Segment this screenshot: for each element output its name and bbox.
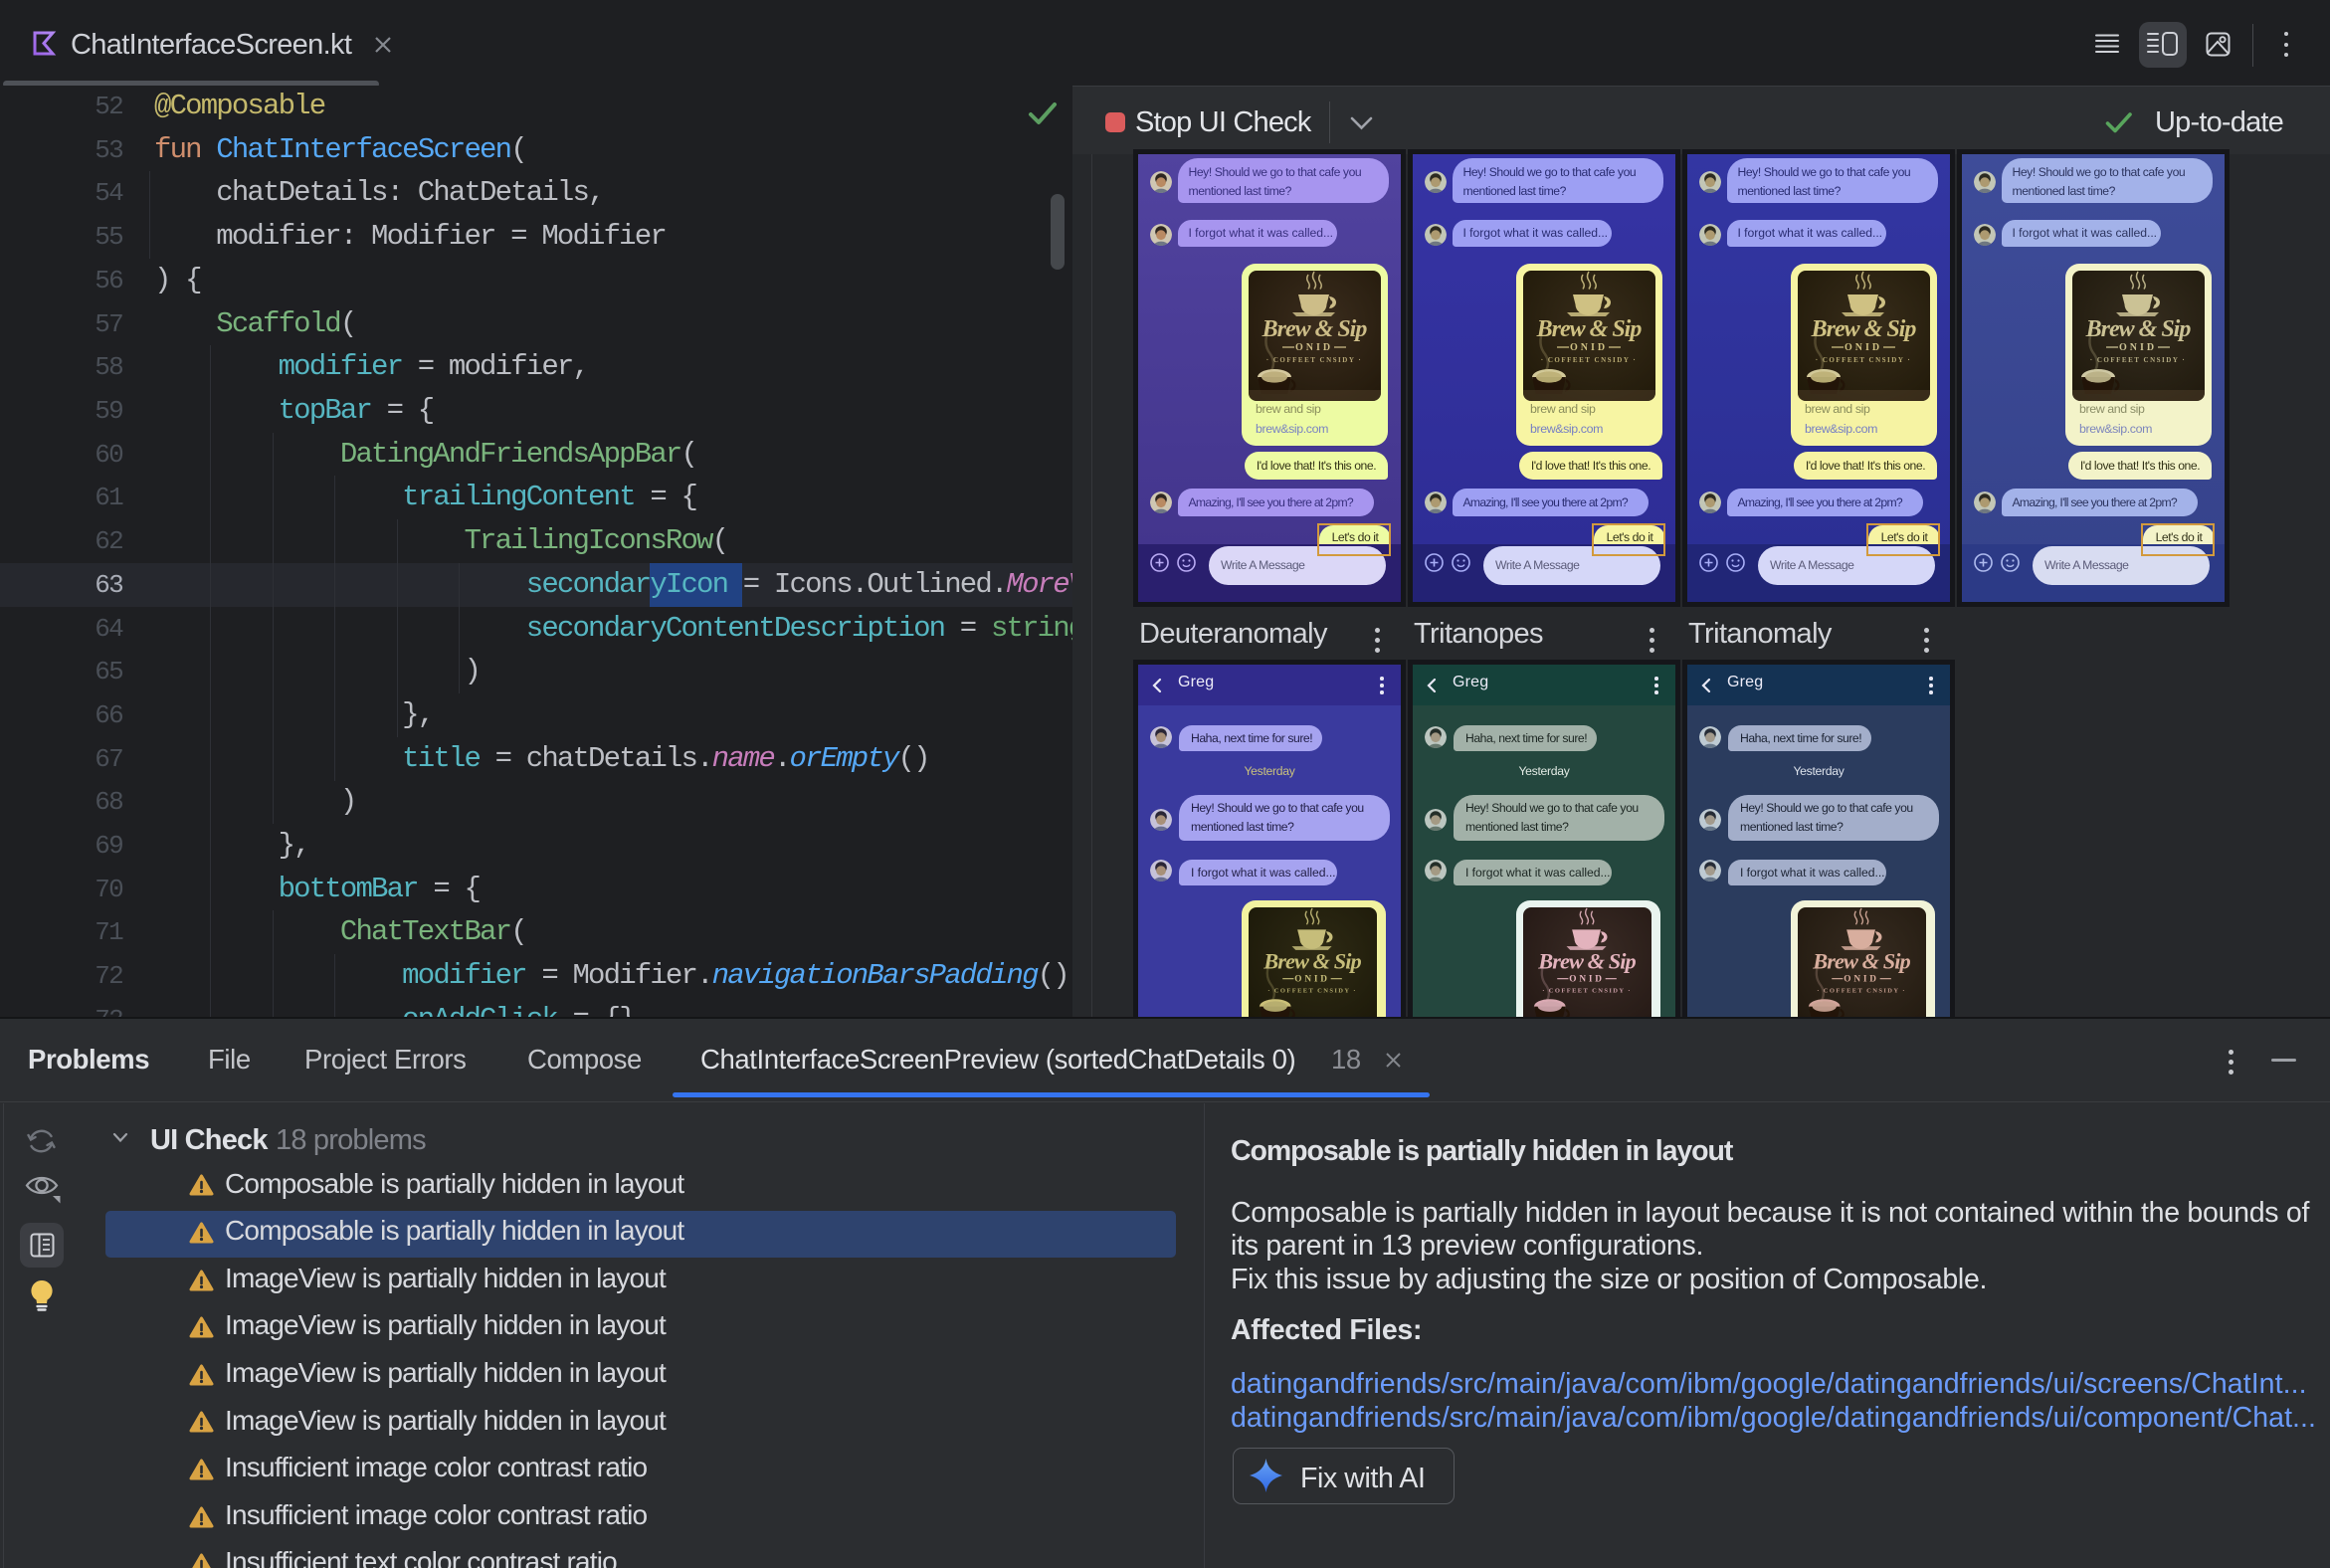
svg-text:· COFFEET CNSIDY ·: · COFFEET CNSIDY · xyxy=(1267,988,1357,995)
svg-text:ONID: ONID xyxy=(1294,975,1329,985)
svg-text:· COFFEET CNSIDY ·: · COFFEET CNSIDY · xyxy=(1817,988,1906,995)
svg-text:Brew & Sip: Brew & Sip xyxy=(1537,948,1636,973)
svg-text:ONID: ONID xyxy=(1570,342,1608,353)
svg-text:ONID: ONID xyxy=(1844,975,1878,985)
svg-text:· COFFEET CNSIDY ·: · COFFEET CNSIDY · xyxy=(1266,356,1362,364)
svg-text:ONID: ONID xyxy=(1569,975,1604,985)
svg-text:· COFFEET CNSIDY ·: · COFFEET CNSIDY · xyxy=(2090,356,2186,364)
svg-text:· COFFEET CNSIDY ·: · COFFEET CNSIDY · xyxy=(1541,356,1637,364)
svg-text:Brew & Sip: Brew & Sip xyxy=(1536,316,1643,342)
svg-text:Brew & Sip: Brew & Sip xyxy=(1262,948,1361,973)
svg-text:ONID: ONID xyxy=(2119,342,2157,353)
svg-text:· COFFEET CNSIDY ·: · COFFEET CNSIDY · xyxy=(1542,988,1632,995)
svg-text:Brew & Sip: Brew & Sip xyxy=(1812,948,1910,973)
svg-text:ONID: ONID xyxy=(1295,342,1333,353)
svg-text:ONID: ONID xyxy=(1845,342,1882,353)
svg-text:Brew & Sip: Brew & Sip xyxy=(1262,316,1368,342)
svg-text:Brew & Sip: Brew & Sip xyxy=(2085,316,2192,342)
svg-text:· COFFEET CNSIDY ·: · COFFEET CNSIDY · xyxy=(1816,356,1911,364)
svg-text:Brew & Sip: Brew & Sip xyxy=(1811,316,1917,342)
